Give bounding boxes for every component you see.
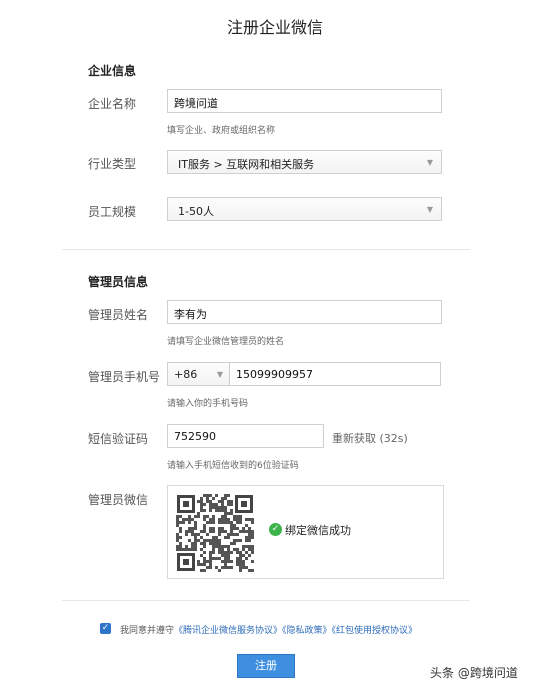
page-title: 注册企业微信 bbox=[226, 18, 323, 37]
resend-code-button[interactable]: 重新获取 (32s) bbox=[332, 430, 408, 446]
company-name-input[interactable]: 跨境问道 bbox=[167, 89, 442, 113]
agreement-text: 我同意并遵守《腾讯企业微信服务协议》《隐私政策》《红包使用授权协议》 bbox=[120, 623, 417, 636]
admin-name-hint: 请填写企业微信管理员的姓名 bbox=[167, 337, 285, 347]
agreement-checkbox[interactable]: ✓ bbox=[100, 623, 111, 634]
success-check-icon: ✓ bbox=[269, 523, 282, 536]
section-divider bbox=[62, 249, 470, 250]
country-code-select[interactable]: +86 ▼ bbox=[167, 362, 230, 386]
company-name-hint: 填写企业、政府或组织名称 bbox=[167, 126, 276, 136]
admin-wechat-label: 管理员微信 bbox=[88, 493, 149, 507]
company-name-label: 企业名称 bbox=[88, 97, 137, 111]
wechat-bind-panel: ✓ 绑定微信成功 bbox=[167, 485, 444, 579]
watermark: 头条 @跨境问道 bbox=[430, 666, 518, 680]
red-packet-agreement-link[interactable]: 《红包使用授权协议》 bbox=[332, 626, 418, 636]
industry-label: 行业类型 bbox=[88, 157, 137, 171]
company-size-select[interactable]: 1-50人 ▼ bbox=[167, 197, 442, 221]
admin-name-input[interactable]: 李有为 bbox=[167, 300, 442, 324]
industry-select[interactable]: IT服务 > 互联网和相关服务 ▼ bbox=[167, 150, 442, 174]
sms-code-hint: 请输入手机短信收到的6位验证码 bbox=[167, 461, 299, 471]
phone-hint: 请输入你的手机号码 bbox=[167, 399, 249, 409]
service-agreement-link[interactable]: 《腾讯企业微信服务协议》 bbox=[174, 626, 282, 636]
chevron-down-icon: ▼ bbox=[426, 158, 433, 167]
qr-code bbox=[176, 494, 254, 572]
bind-status-text: 绑定微信成功 bbox=[285, 524, 351, 537]
industry-value: IT服务 > 互联网和相关服务 bbox=[178, 158, 315, 171]
country-code-value: +86 bbox=[174, 368, 198, 381]
privacy-policy-link[interactable]: 《隐私政策》 bbox=[282, 626, 332, 636]
admin-phone-label: 管理员手机号 bbox=[88, 370, 161, 384]
footer-divider bbox=[62, 600, 470, 601]
register-button[interactable]: 注册 bbox=[237, 654, 295, 678]
chevron-down-icon: ▼ bbox=[216, 370, 223, 379]
admin-section-title: 管理员信息 bbox=[88, 275, 149, 289]
sms-code-label: 短信验证码 bbox=[88, 432, 149, 446]
phone-input[interactable]: 15099909957 bbox=[229, 362, 441, 386]
sms-code-input[interactable]: 752590 bbox=[167, 424, 324, 448]
company-size-value: 1-50人 bbox=[178, 205, 214, 218]
agreement-prefix: 我同意并遵守 bbox=[120, 626, 175, 636]
company-section-title: 企业信息 bbox=[88, 64, 137, 78]
admin-name-label: 管理员姓名 bbox=[88, 308, 149, 322]
chevron-down-icon: ▼ bbox=[426, 205, 433, 214]
company-size-label: 员工规模 bbox=[88, 205, 137, 219]
